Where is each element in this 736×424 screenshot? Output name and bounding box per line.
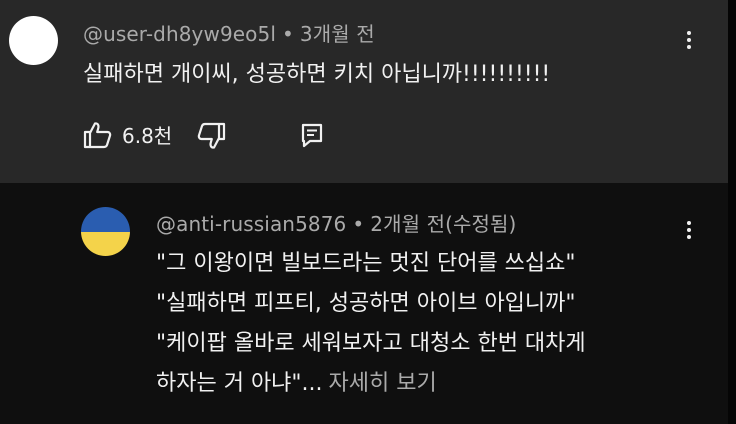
thumbs-up-icon [83,122,112,149]
reply-text-line: "케이팝 올바로 세워보자고 대청소 한번 대차게 [156,331,586,356]
reply-text-last-line: 하자는 거 아냐"... 자세히 보기 [156,365,437,397]
meta-separator: • [352,212,365,236]
reply-button[interactable] [300,122,324,148]
avatar[interactable] [81,207,130,256]
comments-screen: @user-dh8yw9eo5l • 3개월 전 실패하면 개이씨, 성공하면 키치… [0,0,736,424]
more-vert-icon[interactable] [677,28,701,58]
scrollbar-track[interactable] [728,0,736,424]
more-vert-icon[interactable] [677,218,701,248]
reply-meta: @anti-russian5876 • 2개월 전(수정됨) [156,208,516,237]
reply-timestamp[interactable]: 2개월 전(수정됨) [370,212,516,236]
avatar[interactable] [9,16,58,65]
reply-text-line: "실패하면 피프티, 성공하면 아이브 아입니까" [156,291,576,316]
read-more-link[interactable]: 자세히 보기 [329,371,437,396]
comment-timestamp[interactable]: 3개월 전 [300,22,375,46]
meta-separator: • [282,22,294,46]
comment-username[interactable]: @user-dh8yw9eo5l [83,22,276,46]
like-button[interactable] [82,120,114,150]
like-count: 6.8천 [122,124,173,148]
reply-username[interactable]: @anti-russian5876 [156,212,346,236]
dislike-button[interactable] [196,121,228,151]
comment-text: 실패하면 개이씨, 성공하면 키치 아닙니까!!!!!!!!!! [83,62,551,87]
reply-text-line: 하자는 거 아냐"... [156,371,323,396]
comment-meta: @user-dh8yw9eo5l • 3개월 전 [83,18,375,47]
thumbs-down-icon [197,122,226,149]
reply-text-line: "그 이왕이면 빌보드라는 멋진 단어를 쓰십쇼" [156,251,576,276]
reply-comment-icon [301,123,323,148]
